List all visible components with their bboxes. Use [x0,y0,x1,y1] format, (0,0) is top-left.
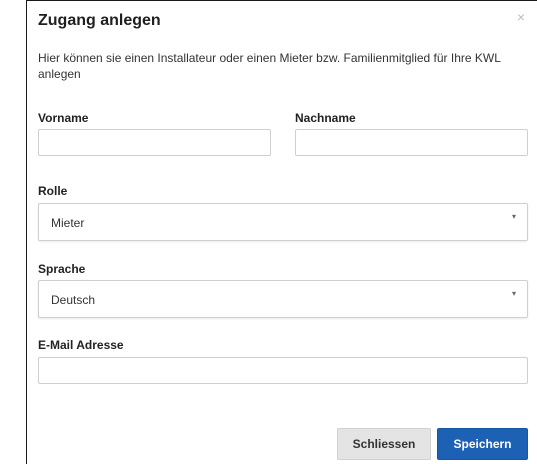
role-selected-value: Mieter [51,216,85,230]
language-select[interactable]: Deutsch ▾ [38,280,528,318]
role-label: Rolle [38,184,68,198]
last-name-input[interactable] [295,129,528,156]
language-selected-value: Deutsch [51,293,96,307]
save-button[interactable]: Speichern [437,428,528,460]
dialog-description: Hier können sie einen Installateur oder … [38,51,501,81]
first-name-input[interactable] [38,129,271,156]
email-label: E-Mail Adresse [38,338,124,352]
language-label: Sprache [38,262,86,276]
dialog-title: Zugang anlegen [38,12,161,29]
last-name-label: Nachname [295,111,356,125]
email-input[interactable] [38,357,528,384]
chevron-down-icon: ▾ [511,212,516,221]
create-access-dialog: Zugang anlegen × Hier können sie einen I… [26,0,537,464]
role-select[interactable]: Mieter ▾ [38,203,528,241]
chevron-down-icon: ▾ [511,289,516,298]
close-button[interactable]: Schliessen [337,428,431,460]
first-name-label: Vorname [38,111,89,125]
close-icon[interactable]: × [517,10,525,24]
